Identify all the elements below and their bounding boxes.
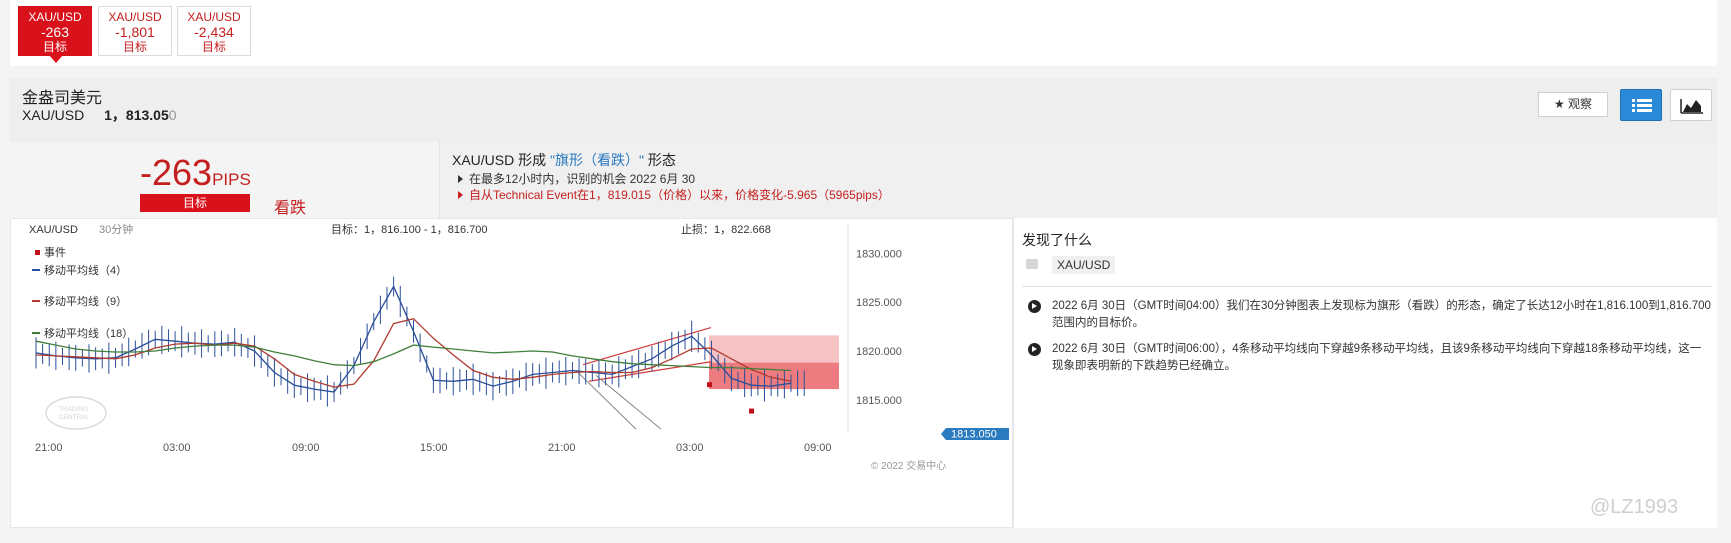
- pips-unit: PIPS: [212, 170, 251, 189]
- legend-ma18: 移动平均线（18）: [44, 326, 133, 340]
- current-price-label: 1813.050: [951, 429, 997, 441]
- y-tick-label: 1830.000: [856, 248, 902, 260]
- tab-value: -1,801: [115, 24, 155, 40]
- caret-right-icon: [458, 175, 463, 183]
- y-tick-label: 1820.000: [856, 346, 902, 358]
- x-tick-label: 09:00: [292, 442, 320, 454]
- instrument-tag[interactable]: XAU/USD: [1052, 256, 1116, 274]
- divider: [1022, 286, 1712, 287]
- arrow-circle-icon: [1028, 343, 1041, 356]
- analysis-item-2: 2022 6月 30日（GMT时间06:00），4条移动平均线向下穿越9条移动平…: [1052, 343, 1702, 372]
- y-tick-label: 1825.000: [856, 297, 902, 309]
- tab-label: 目标: [201, 40, 226, 54]
- tab-value: -263: [40, 24, 70, 40]
- legend-event: 事件: [44, 246, 66, 259]
- list-view-button[interactable]: [1620, 89, 1662, 121]
- chart-stop-text: 止损：1，822.668: [681, 222, 771, 236]
- opportunity-text: 在最多12小时内，识别的机会 2022 6月 30: [469, 172, 696, 186]
- price-change-text: 自从Technical Event在1，819.015（价格）以来，价格变化-5…: [469, 188, 890, 202]
- chart-target-text: 目标：1，816.100 - 1，816.700: [331, 222, 488, 236]
- instrument-price: 1，813.05: [104, 107, 169, 123]
- x-tick-label: 03:00: [676, 442, 704, 454]
- chart-symbol: XAU/USD: [29, 224, 78, 236]
- tab-value: -2,434: [194, 24, 234, 40]
- tab-symbol: XAU/USD: [28, 10, 82, 24]
- legend-ma4: 移动平均线（4）: [44, 263, 127, 277]
- arrow-circle-icon: [1028, 300, 1041, 313]
- watch-button[interactable]: ★ 观察: [1538, 92, 1608, 117]
- pattern-title: XAU/USD 形成 "旗形（看跌）" 形态: [452, 150, 676, 170]
- price-change-line: 自从Technical Event在1，819.015（价格）以来，价格变化-5…: [458, 186, 890, 203]
- target-badge: 目标: [140, 194, 250, 212]
- direction-label: 看跌: [274, 200, 307, 217]
- caret-right-icon: [458, 191, 463, 199]
- target-pips: -263PIPS: [140, 154, 251, 199]
- x-tick-label: 21:00: [35, 442, 63, 454]
- current-price-tag: 1813.050: [941, 428, 1009, 441]
- x-tick-label: 03:00: [163, 442, 191, 454]
- star-icon: ★: [1553, 97, 1565, 111]
- logo-text-1: TRADING: [59, 406, 88, 413]
- x-tick-label: 09:00: [804, 442, 832, 454]
- opportunity-line: 在最多12小时内，识别的机会 2022 6月 30: [458, 170, 695, 187]
- y-tick-label: 1815.000: [856, 395, 902, 407]
- alert-tabs: XAU/USD -263 目标 XAU/USD -1,801 目标 XAU/US…: [10, 0, 1717, 66]
- pattern-title-prefix: XAU/USD 形成: [452, 152, 551, 168]
- signal-summary: -263PIPS 目标 看跌 XAU/USD 形成 "旗形（看跌）" 形态 在最…: [10, 142, 1717, 218]
- legend-ma9: 移动平均线（9）: [44, 294, 127, 308]
- legend-event-swatch: [35, 250, 40, 255]
- x-tick-label: 15:00: [420, 442, 448, 454]
- watch-label: 观察: [1568, 97, 1593, 111]
- price-chart[interactable]: XAU/USD 30分钟 目标：1，816.100 - 1，816.700 止损…: [10, 218, 1013, 528]
- instrument-price-last: 0: [168, 107, 177, 123]
- chart-interval: 30分钟: [99, 222, 133, 236]
- tc-logo: TRADING CENTRAL: [45, 396, 107, 430]
- area-chart-icon: [1680, 99, 1703, 114]
- tab-alert-2[interactable]: XAU/USD -1,801 目标: [98, 6, 172, 56]
- event-marker: [749, 408, 754, 414]
- tab-symbol: XAU/USD: [108, 10, 162, 24]
- tab-label: 目标: [122, 40, 147, 54]
- tag-icon: [1026, 259, 1038, 269]
- target-summary: -263PIPS 目标 看跌: [10, 142, 440, 218]
- analysis-item-1: 2022 6月 30日（GMT时间04:00）我们在30分钟图表上发现标为旗形（…: [1052, 300, 1711, 329]
- pips-value: -263: [140, 152, 213, 193]
- tab-alert-3[interactable]: XAU/USD -2,434 目标: [177, 6, 251, 56]
- instrument-header: 金盎司美元 XAU/USD 1，813.050 ★ 观察: [10, 78, 1717, 142]
- chart-svg: XAU/USD 30分钟 目标：1，816.100 - 1，816.700 止损…: [29, 222, 1009, 472]
- pattern-link[interactable]: "旗形（看跌）": [550, 152, 644, 168]
- instrument-symbol: XAU/USD: [22, 107, 85, 123]
- x-tick-label: 21:00: [548, 442, 576, 454]
- pattern-title-suffix: 形态: [643, 152, 676, 168]
- analysis-title: 发现了什么: [1022, 232, 1092, 248]
- tab-alert-1[interactable]: XAU/USD -263 目标: [18, 6, 92, 63]
- tab-symbol: XAU/USD: [187, 10, 241, 24]
- analysis-panel: 发现了什么 XAU/USD 2022 6月 30日（GMT时间04:00）我们在…: [1013, 218, 1717, 528]
- instrument-sub: XAU/USD 1，813.050: [22, 105, 177, 125]
- plot-area: 1830.000 1825.000 1820.000 1815.000 21:00 03:…: [35, 224, 902, 454]
- chart-view-button[interactable]: [1670, 89, 1712, 121]
- logo-text-2: CENTRAL: [59, 414, 90, 421]
- tab-label: 目标: [42, 40, 67, 54]
- event-marker: [707, 382, 712, 388]
- watermark: @LZ1993: [1590, 496, 1679, 518]
- list-icon: [1632, 99, 1652, 112]
- chart-copyright: © 2022 交易中心: [871, 459, 946, 472]
